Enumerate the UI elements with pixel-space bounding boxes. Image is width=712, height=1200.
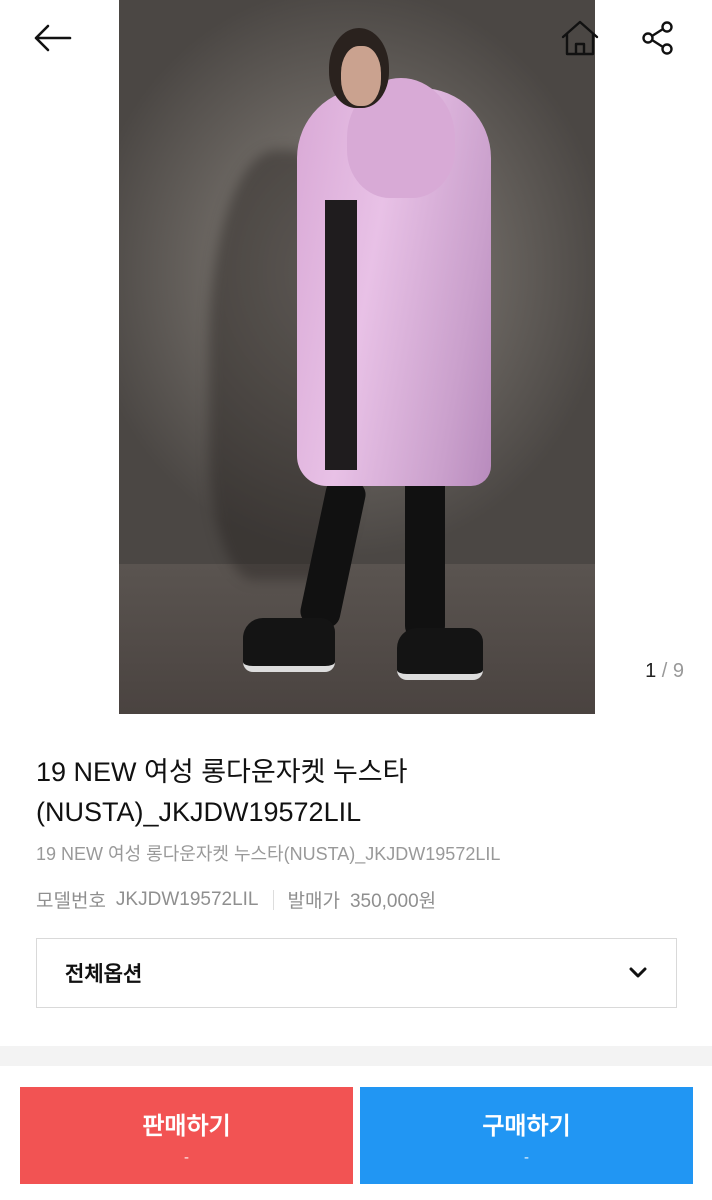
photo-model-face	[341, 46, 381, 106]
model-number-label: 모델번호	[36, 891, 106, 912]
product-photo[interactable]	[119, 0, 595, 714]
product-image-gallery[interactable]: 1 / 9	[0, 0, 712, 718]
options-label: 전체옵션	[65, 963, 143, 986]
release-price-value: 350,000원	[349, 891, 437, 912]
model-number-value: JKJDW19572LIL	[115, 888, 259, 910]
pager-current: 1	[645, 660, 657, 682]
release-price-label: 발매가	[287, 891, 340, 912]
photo-model-shoe	[243, 618, 335, 672]
back-button[interactable]	[28, 14, 76, 62]
sell-button-label: 판매하기	[142, 1112, 231, 1140]
product-subtitle: 19 NEW 여성 롱다운자켓 누스타(NUSTA)_JKJDW19572LIL	[36, 844, 501, 864]
buy-button-label: 구매하기	[482, 1112, 571, 1140]
all-options-dropdown[interactable]: 전체옵션	[36, 938, 677, 1008]
sell-price: -	[184, 1148, 189, 1166]
sell-button[interactable]: 판매하기 -	[20, 1087, 353, 1184]
meta-divider	[272, 889, 274, 910]
image-pager: 1 / 9	[645, 660, 684, 683]
buy-price: -	[524, 1148, 529, 1166]
product-title: 19 NEW 여성 롱다운자켓 누스타(NUSTA)_JKJDW19572LIL	[36, 757, 408, 827]
chevron-down-icon	[629, 967, 647, 978]
product-meta: 모델번호 JKJDW19572LIL 발매가 350,000원	[36, 886, 436, 913]
photo-model-leg	[405, 470, 445, 640]
photo-inner-layer	[325, 200, 357, 470]
share-icon	[642, 21, 673, 55]
photo-model-shoe	[397, 628, 483, 680]
section-divider	[0, 1046, 712, 1066]
pager-total: 9	[672, 660, 684, 682]
pager-separator: /	[661, 660, 668, 682]
back-arrow-icon	[34, 24, 72, 52]
photo-floor	[119, 564, 595, 714]
home-icon	[561, 20, 599, 56]
home-button[interactable]	[556, 14, 604, 62]
buy-button[interactable]: 구매하기 -	[360, 1087, 693, 1184]
share-button[interactable]	[634, 14, 682, 62]
